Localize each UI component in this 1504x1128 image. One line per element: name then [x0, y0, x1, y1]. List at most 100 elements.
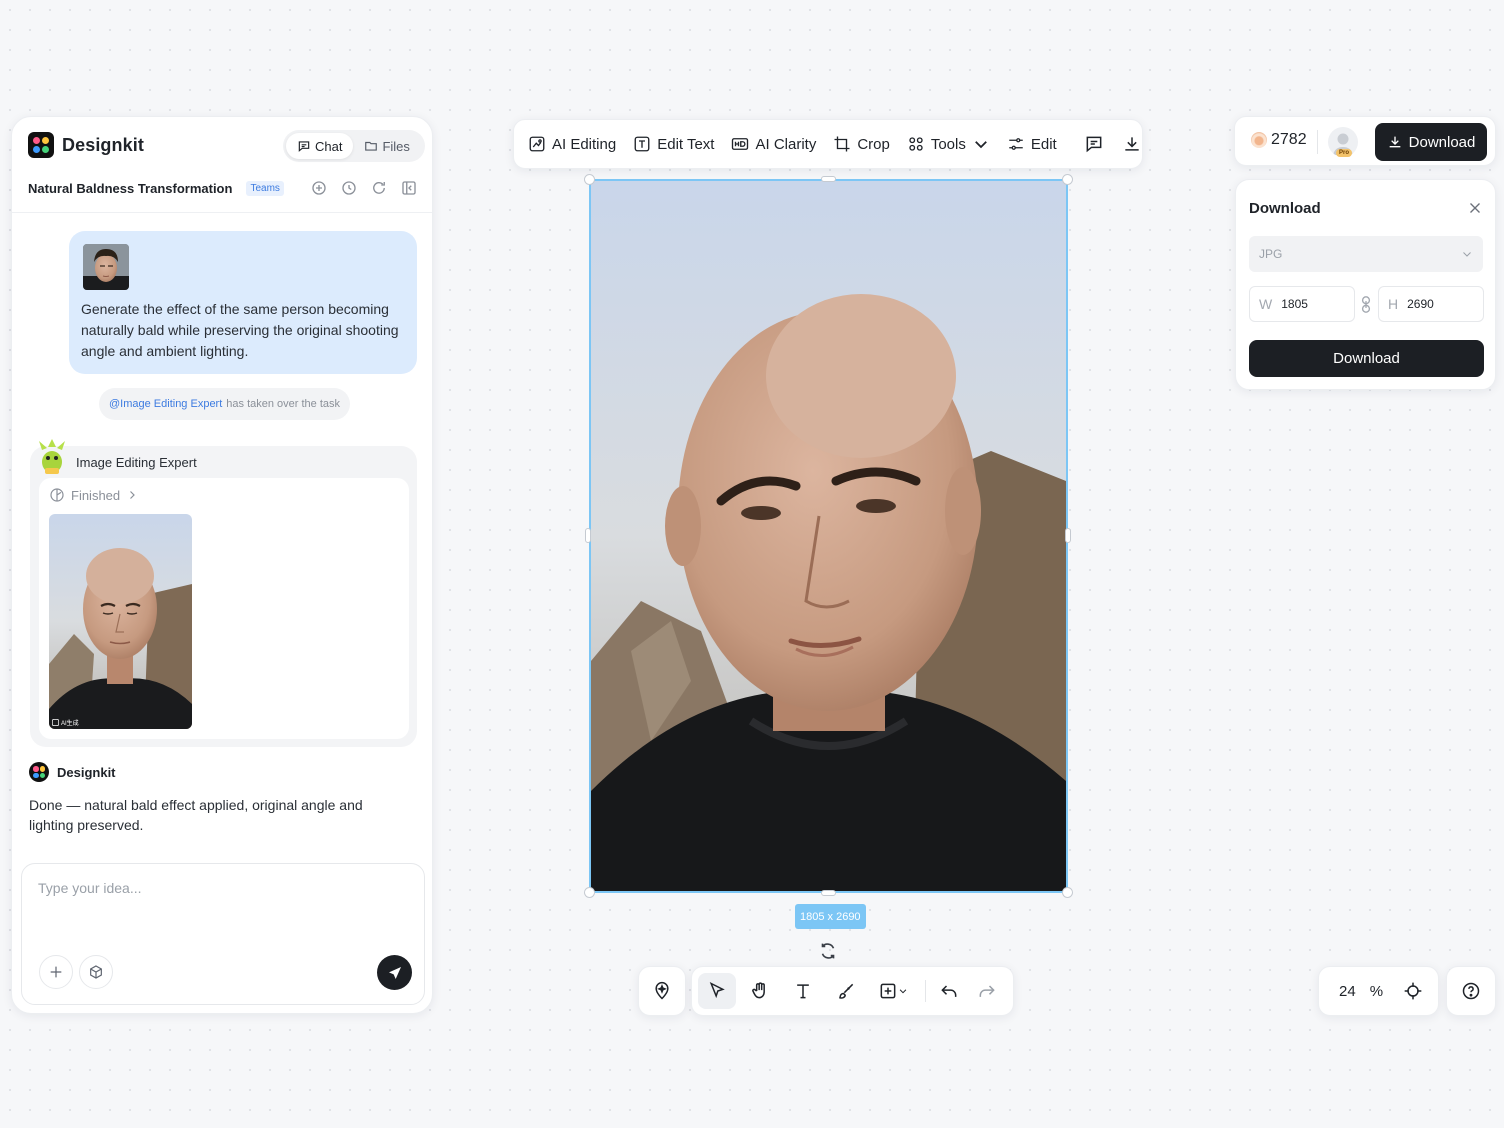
resize-handle-bottom[interactable] [821, 890, 836, 896]
tab-chat[interactable]: Chat [286, 133, 354, 159]
rotate-icon[interactable] [817, 940, 839, 962]
undo-button[interactable] [930, 973, 968, 1009]
user-message: Generate the effect of the same person b… [69, 231, 417, 374]
edit-button[interactable]: Edit [1007, 135, 1057, 153]
height-label: H [1388, 296, 1399, 312]
chevron-down-icon [1461, 248, 1473, 260]
user-message-text: Generate the effect of the same person b… [81, 301, 399, 359]
download-panel-title: Download [1249, 200, 1321, 217]
account-divider [1317, 130, 1318, 154]
tab-files[interactable]: Files [353, 133, 420, 159]
sliders-icon [1007, 135, 1025, 153]
resize-handle-top-right[interactable] [1062, 174, 1073, 185]
canvas-image[interactable] [589, 179, 1068, 893]
refresh-icon[interactable] [370, 179, 388, 197]
ai-editing-button[interactable]: AI Editing [528, 135, 616, 153]
new-chat-icon[interactable] [310, 179, 328, 197]
help-button[interactable] [1446, 966, 1496, 1016]
text-icon [793, 981, 813, 1001]
zoom-value[interactable]: 24 [1339, 983, 1356, 1000]
fit-to-screen-icon[interactable] [1403, 981, 1423, 1001]
resize-handle-right[interactable] [1065, 528, 1071, 543]
width-field[interactable]: W 1805 [1249, 286, 1355, 322]
chat-panel-header: Designkit Chat Files Natural Baldness Tr… [12, 117, 432, 213]
ai-tag-icon [52, 719, 59, 726]
help-icon [1461, 981, 1481, 1001]
credits-balance[interactable]: 2782 [1251, 131, 1307, 149]
download-header-button[interactable]: Download [1375, 123, 1487, 161]
chevron-down-icon [898, 986, 908, 996]
resize-handle-bottom-left[interactable] [584, 887, 595, 898]
designkit-avatar-icon [29, 762, 49, 782]
prompt-input[interactable] [38, 880, 408, 896]
locate-button[interactable] [638, 966, 686, 1016]
format-value: JPG [1259, 247, 1283, 261]
expert-mascot-icon [36, 438, 68, 476]
cube-icon [88, 964, 104, 980]
account-bar: 2782 Pro Download [1234, 116, 1496, 166]
zoom-unit: % [1369, 982, 1384, 1000]
brand-name: Designkit [62, 134, 144, 155]
format-select[interactable]: JPG [1249, 236, 1483, 272]
undo-icon [939, 981, 959, 1001]
designkit-logo-icon [28, 132, 54, 158]
resize-handle-left[interactable] [585, 528, 591, 543]
expert-response-card: Image Editing Expert Finished AI生成 [30, 439, 417, 747]
assistant-name: Designkit [57, 764, 116, 780]
status-label: Finished [71, 487, 121, 503]
select-tool[interactable] [698, 973, 736, 1009]
text-box-icon [633, 135, 651, 153]
collapse-panel-icon[interactable] [400, 179, 418, 197]
download-button[interactable]: Download [1249, 340, 1484, 377]
download-icon[interactable] [1122, 134, 1142, 154]
brand[interactable]: Designkit [28, 132, 144, 158]
result-image-thumbnail[interactable]: AI生成 [49, 514, 192, 729]
coin-icon [1251, 132, 1267, 148]
crop-label: Crop [857, 135, 890, 153]
download-panel: Download JPG W 1805 H 2690 Download [1235, 179, 1496, 390]
resize-handle-bottom-right[interactable] [1062, 887, 1073, 898]
map-pin-icon [652, 981, 672, 1001]
ai-clarity-label: AI Clarity [755, 135, 817, 153]
width-label: W [1259, 296, 1273, 312]
brush-tool[interactable] [827, 973, 865, 1009]
resize-handle-top-left[interactable] [584, 174, 595, 185]
ai-clarity-button[interactable]: AI Clarity [731, 135, 816, 153]
send-button[interactable] [377, 955, 412, 990]
tools-dropdown[interactable]: Tools [907, 135, 990, 153]
comment-icon[interactable] [1084, 134, 1104, 154]
brush-icon [836, 981, 856, 1001]
text-tool[interactable] [784, 973, 822, 1009]
attach-button[interactable] [39, 955, 73, 989]
plus-icon [48, 964, 64, 980]
redo-button[interactable] [968, 973, 1006, 1009]
assistant-reply-text: Done — natural bald effect applied, orig… [29, 797, 363, 833]
model-button[interactable] [79, 955, 113, 989]
tab-chat-label: Chat [315, 138, 343, 154]
tools-label: Tools [930, 135, 966, 153]
folder-icon [364, 139, 378, 153]
cursor-icon [707, 981, 727, 1001]
zoom-control: 24 % [1318, 966, 1439, 1016]
hand-tool[interactable] [741, 973, 779, 1009]
status-progress-icon [49, 487, 65, 503]
task-status[interactable]: Finished [49, 487, 138, 503]
panel-tab-switch: Chat Files [283, 130, 425, 162]
height-field[interactable]: H 2690 [1378, 286, 1484, 322]
history-clock-icon[interactable] [340, 179, 358, 197]
crop-button[interactable]: Crop [833, 135, 890, 153]
insert-dropdown[interactable] [870, 973, 916, 1009]
assistant-header: Designkit [29, 762, 116, 782]
resize-handle-top[interactable] [821, 176, 836, 182]
expert-name: Image Editing Expert [76, 455, 197, 470]
close-icon[interactable] [1466, 199, 1484, 217]
expert-mention[interactable]: @Image Editing Expert [109, 398, 222, 410]
edit-text-button[interactable]: Edit Text [633, 135, 714, 153]
canvas-tools [691, 966, 1014, 1016]
crop-icon [833, 135, 851, 153]
teams-badge: Teams [246, 180, 284, 196]
uploaded-photo-thumbnail[interactable] [83, 244, 129, 290]
toolbar-divider [925, 980, 926, 1002]
dimension-label: 1805 x 2690 [795, 904, 866, 929]
link-aspect-icon[interactable] [1360, 296, 1372, 313]
